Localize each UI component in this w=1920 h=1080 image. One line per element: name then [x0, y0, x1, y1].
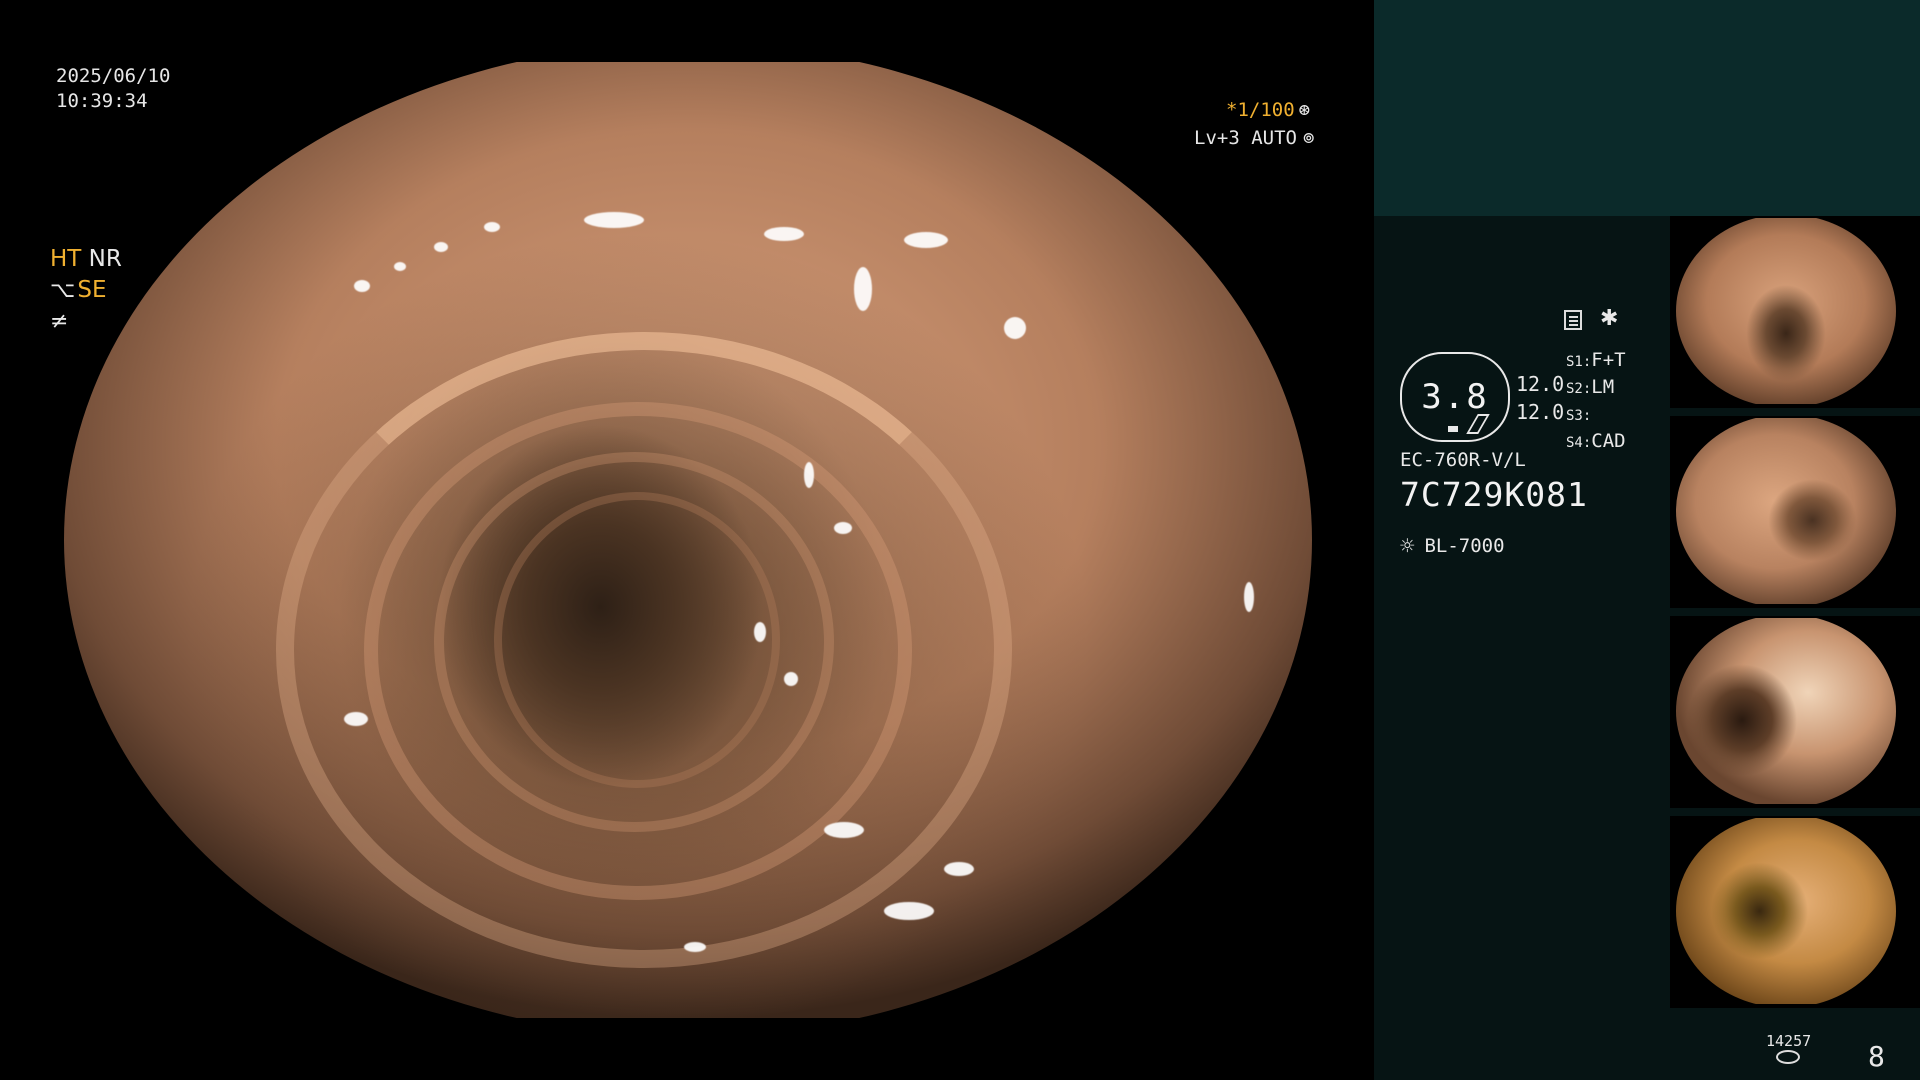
thumbnail-image: [1676, 818, 1896, 1004]
specular-highlight: [484, 222, 500, 232]
page-number: 8: [1868, 1040, 1885, 1073]
specular-highlight: [584, 212, 644, 228]
specular-highlight: [804, 462, 814, 488]
lamp-icon: ☼: [1400, 532, 1415, 560]
thumbnail-3[interactable]: [1670, 616, 1920, 808]
agc-readout: Lv+3 AUTO ⊚: [1194, 127, 1314, 149]
disk-icon: [1776, 1050, 1800, 1064]
mucosal-fold: [276, 332, 1012, 968]
thumbnail-image: [1676, 218, 1896, 404]
specular-highlight: [754, 622, 766, 642]
scope-model: EC-760R-V/L: [1400, 449, 1526, 471]
iris-icon: ⊚: [1302, 127, 1315, 149]
thumbnail-4[interactable]: [1670, 816, 1920, 1008]
specular-highlight: [854, 267, 872, 311]
specular-highlight: [1244, 582, 1254, 612]
zoom-lever-icon: [1466, 414, 1490, 434]
value-1: 12.0: [1516, 372, 1565, 396]
zoom-tick-icon: [1448, 426, 1458, 432]
specular-highlight: [824, 822, 864, 838]
agc-text: Lv+3 AUTO: [1194, 127, 1297, 149]
timestamp: 2025/06/10 10:39:34: [56, 64, 170, 114]
specular-highlight: [684, 942, 706, 952]
switch-s3: S3:: [1566, 408, 1592, 424]
specular-highlight: [434, 242, 448, 252]
specular-highlight: [944, 862, 974, 876]
specular-highlight: [394, 262, 406, 271]
zoom-value: 3.8: [1421, 377, 1489, 417]
specular-highlight: [904, 232, 948, 248]
thumbnail-1[interactable]: [1670, 216, 1920, 408]
color-enhance-icon: ≠: [50, 309, 69, 334]
light-source: ☼ BL-7000: [1400, 532, 1505, 560]
scope-serial: 7C729K081: [1400, 475, 1588, 514]
mode-indicators: HT NR ⌥SE ≠: [50, 244, 122, 337]
mucosal-fold: [434, 452, 834, 832]
date-text: 2025/06/10: [56, 65, 171, 87]
level-values: 12.0 12.0: [1516, 370, 1564, 426]
specular-highlight: [1004, 317, 1026, 339]
memo-icon: [1564, 310, 1582, 330]
mucosal-fold: [494, 492, 780, 788]
specular-highlight: [784, 672, 798, 686]
value-2: 12.0: [1516, 400, 1565, 424]
switch-s4: S4:CAD: [1566, 430, 1626, 452]
endoscope-live-view: [64, 62, 1312, 1018]
shutter-text: *1/100: [1226, 99, 1295, 121]
aperture-icon: ⊛: [1298, 99, 1311, 121]
shutter-readout: *1/100 ⊛: [1226, 99, 1310, 121]
nr-mode: NR: [88, 246, 122, 272]
thumbnail-2[interactable]: [1670, 416, 1920, 608]
ht-mode: HT: [50, 246, 82, 272]
specular-highlight: [764, 227, 804, 241]
specular-highlight: [344, 712, 368, 726]
specular-highlight: [834, 522, 852, 534]
specular-highlight: [884, 902, 934, 920]
panel-header-band: [1374, 0, 1920, 216]
capture-thumbnails: [1670, 216, 1920, 1016]
asterisk-icon: ✱: [1600, 306, 1619, 331]
zoom-indicator: 3.8: [1400, 352, 1510, 442]
light-source-text: BL-7000: [1424, 535, 1505, 557]
switch-s1: S1:F+T: [1566, 349, 1626, 371]
thumbnail-image: [1676, 618, 1896, 804]
thumbnail-image: [1676, 418, 1896, 604]
switch-s2: S2:LM: [1566, 376, 1615, 398]
storage-count: 14257: [1766, 1032, 1812, 1050]
specular-highlight: [354, 280, 370, 292]
scope-switch-list: S1:F+T S2:LM S3: S4:CAD: [1566, 348, 1626, 456]
structure-enhance-icon: ⌥: [50, 278, 76, 303]
time-text: 10:39:34: [56, 90, 148, 112]
se-mode: SE: [77, 277, 107, 303]
